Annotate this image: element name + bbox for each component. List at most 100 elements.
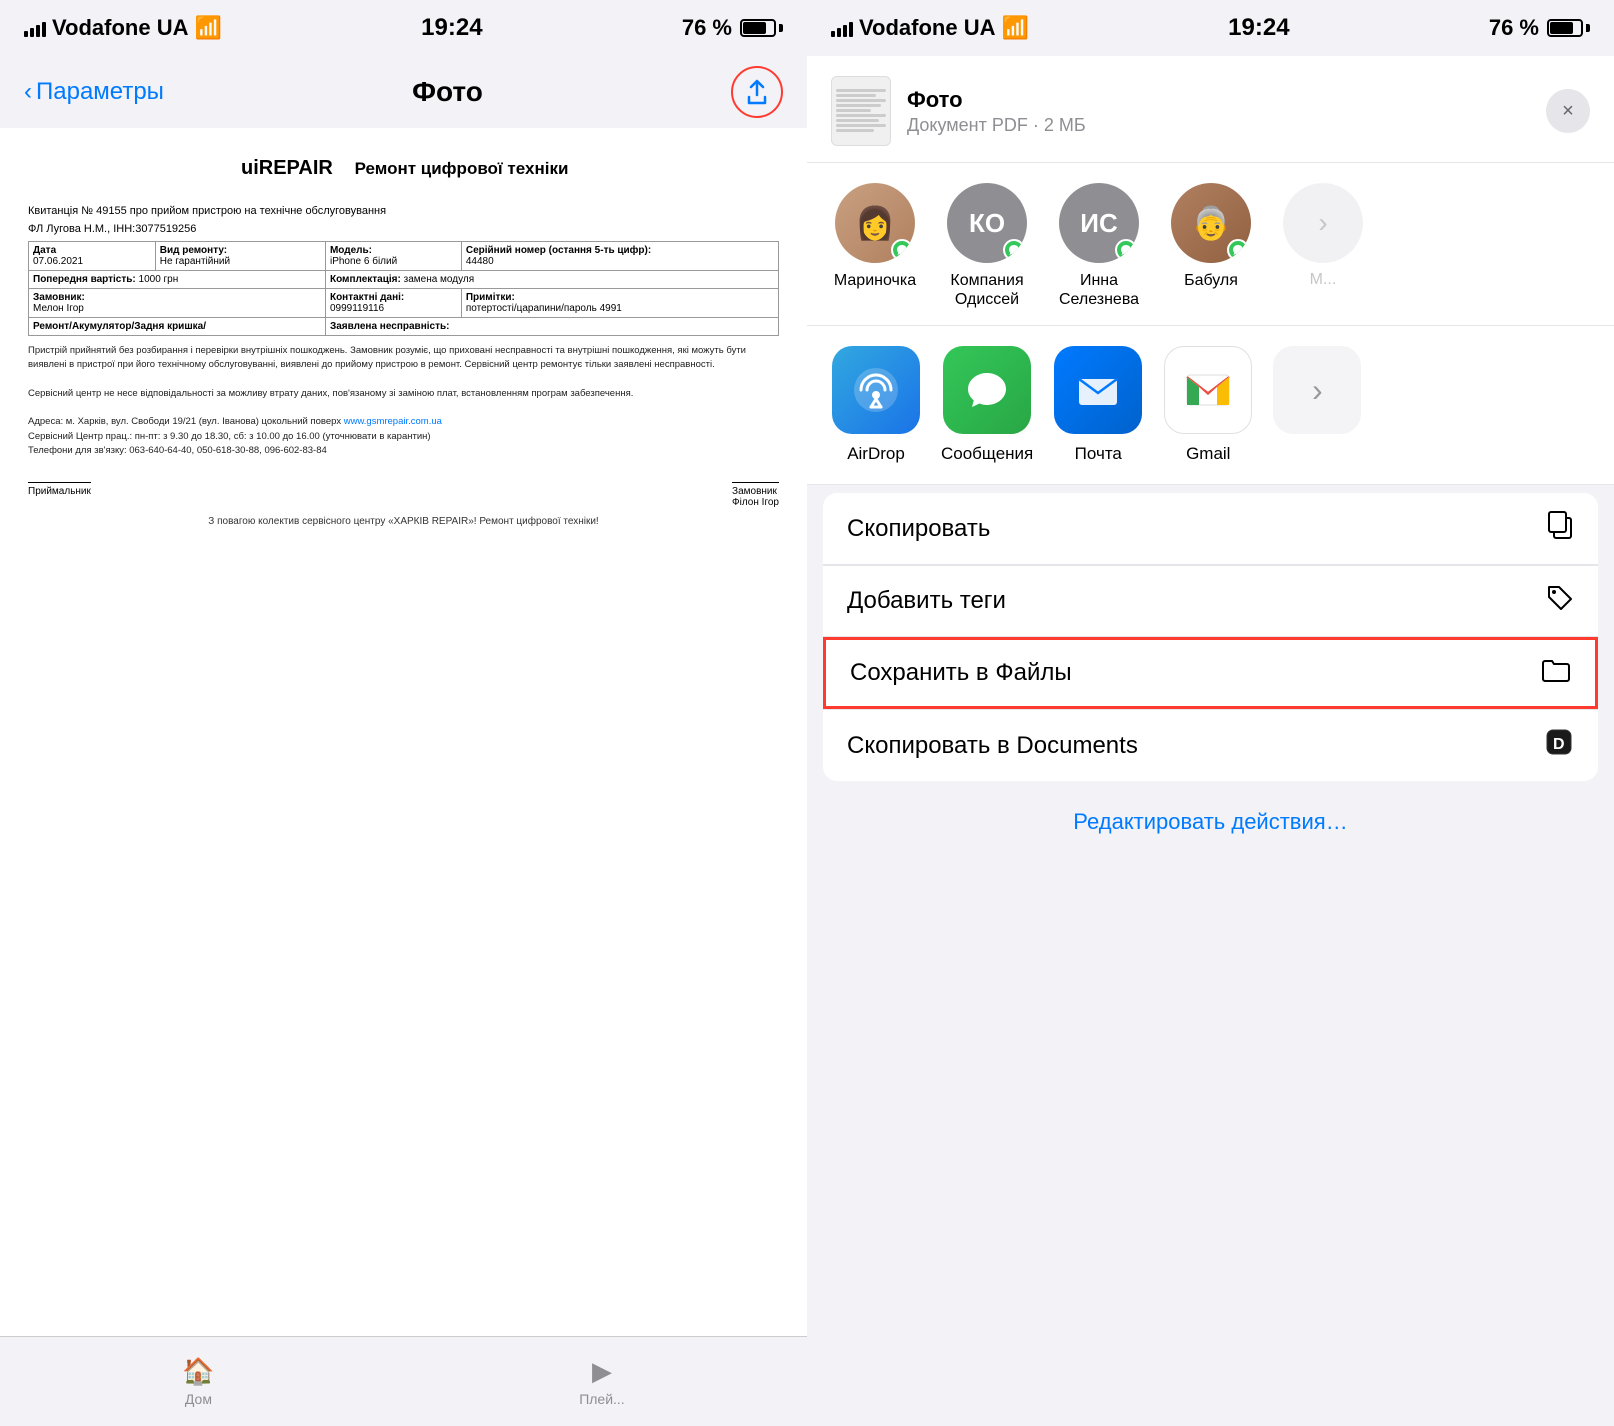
- signer-right: Замовник Філон Ігор: [732, 466, 779, 508]
- doc-cell: Контактні дані:0999119116: [325, 289, 461, 318]
- doc-cell: Вид ремонту:Не гарантійний: [155, 242, 325, 271]
- avatar-kompania: КО: [947, 183, 1027, 263]
- svg-text:uiREPAIR: uiREPAIR: [241, 157, 333, 179]
- time-left: 19:24: [421, 14, 482, 42]
- edit-actions[interactable]: Редактировать действия…: [807, 789, 1614, 855]
- back-button[interactable]: ‹ Параметры: [24, 78, 164, 106]
- contact-label-inna: Инна Селезнева: [1055, 271, 1143, 309]
- doc-header: uiREPAIR Ремонт цифрової техніки: [28, 152, 779, 193]
- apps-row: AirDrop Сообщения Поч: [807, 326, 1614, 485]
- gmail-label: Gmail: [1186, 444, 1230, 464]
- contact-label-kompania: Компания Одиссей: [943, 271, 1031, 309]
- contact-marinocka[interactable]: 👩 Мариночка: [831, 183, 919, 309]
- message-icon4: [1232, 244, 1244, 256]
- contact-inna[interactable]: ИС Инна Селезнева: [1055, 183, 1143, 309]
- share-icon: [745, 79, 769, 105]
- share-close-button[interactable]: ×: [1546, 89, 1590, 133]
- gmail-icon: [1164, 346, 1252, 434]
- app-messages[interactable]: Сообщения: [941, 346, 1033, 464]
- doc-cell: Ремонт/Акумулятор/Задня кришка/: [29, 318, 326, 336]
- more-icon: ›: [1283, 183, 1363, 263]
- time-right: 19:24: [1228, 14, 1289, 42]
- action-save-files[interactable]: Сохранить в Файлы: [823, 637, 1598, 709]
- doc-bottom-text: З повагою колектив сервісного центру «ХА…: [28, 516, 779, 527]
- more-apps: ›: [1273, 346, 1361, 464]
- messages-icon: [943, 346, 1031, 434]
- contact-kompania[interactable]: КО Компания Одиссей: [943, 183, 1031, 309]
- document-area: uiREPAIR Ремонт цифрової техніки Квитанц…: [0, 128, 807, 1336]
- action-tags-label: Добавить теги: [847, 587, 1006, 615]
- wifi-icon: 📶: [194, 15, 221, 41]
- battery-right: 76 %: [1489, 15, 1590, 41]
- action-copy-docs-label: Скопировать в Documents: [847, 732, 1138, 760]
- signal-icon-right: [831, 19, 853, 37]
- action-copy-documents[interactable]: Скопировать в Documents D: [823, 709, 1598, 781]
- document-paper: uiREPAIR Ремонт цифрової техніки Квитанц…: [0, 128, 807, 1336]
- airdrop-icon: [832, 346, 920, 434]
- share-doc-thumbnail: [831, 76, 891, 146]
- tab-home[interactable]: 🏠 Дом: [182, 1356, 214, 1407]
- doc-cell: Дата07.06.2021: [29, 242, 156, 271]
- doc-table: Дата07.06.2021 Вид ремонту:Не гарантійни…: [28, 241, 779, 336]
- left-panel: Vodafone UA 📶 19:24 76 % ‹ Параметры Фот…: [0, 0, 807, 1426]
- apps-scroll: AirDrop Сообщения Поч: [807, 346, 1614, 464]
- doc-cell: Серійний номер (остання 5-ть цифр):44480: [461, 242, 778, 271]
- battery-icon-right: [1547, 19, 1590, 37]
- mail-label: Почта: [1075, 444, 1122, 464]
- contacts-row: 👩 Мариночка КО: [807, 163, 1614, 326]
- right-panel: Vodafone UA 📶 19:24 76 %: [807, 0, 1614, 1426]
- actions-list: Скопировать Добавить теги: [807, 485, 1614, 1426]
- action-save-files-label: Сохранить в Файлы: [850, 659, 1072, 687]
- message-badge-babula: [1227, 239, 1249, 261]
- contact-label-babula: Бабуля: [1184, 271, 1238, 290]
- doc-body-text: Пристрій прийнятий без розбирання і пере…: [28, 344, 779, 458]
- tag-svg-icon: [1546, 584, 1574, 612]
- doc-subtitle: Квитанція № 49155 про прийом пристрою на…: [28, 205, 779, 217]
- carrier-right: Vodafone UA: [859, 15, 995, 41]
- status-bar-left: Vodafone UA 📶 19:24 76 %: [0, 0, 807, 56]
- mail-icon: [1054, 346, 1142, 434]
- app-gmail[interactable]: Gmail: [1163, 346, 1253, 464]
- page-title-left: Фото: [412, 76, 483, 108]
- status-bar-right: Vodafone UA 📶 19:24 76 %: [807, 0, 1614, 56]
- battery-percent-left: 76 %: [682, 15, 732, 41]
- doc-cell: Замовник:Мелон Ігор: [29, 289, 326, 318]
- doc-title: Ремонт цифрової техніки: [355, 159, 569, 179]
- avatar-marinocka: 👩: [835, 183, 915, 263]
- airdrop-svg-icon: [851, 365, 901, 415]
- repair-logo-svg: uiREPAIR: [239, 152, 339, 180]
- avatar-babula: 👵: [1171, 183, 1251, 263]
- message-icon2: [1008, 244, 1020, 256]
- airdrop-label: AirDrop: [847, 444, 905, 464]
- battery-percent-right: 76 %: [1489, 15, 1539, 41]
- doc-owner-line: ФЛ Лугова Н.М., ІНН:3077519256: [28, 223, 779, 235]
- share-doc-meta: Документ PDF · 2 МБ: [907, 115, 1530, 136]
- app-airdrop[interactable]: AirDrop: [831, 346, 921, 464]
- documents-icon: D: [1544, 727, 1574, 764]
- more-apps-icon: ›: [1273, 346, 1361, 434]
- action-add-tags[interactable]: Добавить теги: [823, 565, 1598, 637]
- action-copy[interactable]: Скопировать: [823, 493, 1598, 565]
- tab-play-label: Плей...: [579, 1391, 625, 1407]
- contact-babula[interactable]: 👵 Бабуля: [1167, 183, 1255, 309]
- tab-play[interactable]: ▶ Плей...: [579, 1356, 625, 1407]
- doc-cell: Попередня вартість: 1000 грн: [29, 271, 326, 289]
- action-group-1: Скопировать Добавить теги: [823, 493, 1598, 781]
- folder-icon: [1541, 657, 1571, 690]
- messages-label: Сообщения: [941, 444, 1033, 464]
- share-header: Фото Документ PDF · 2 МБ ×: [807, 56, 1614, 163]
- share-button[interactable]: [731, 66, 783, 118]
- app-mail[interactable]: Почта: [1053, 346, 1143, 464]
- edit-actions-label: Редактировать действия…: [1073, 809, 1347, 834]
- svg-text:D: D: [1553, 736, 1565, 753]
- tag-icon: [1546, 584, 1574, 619]
- message-badge-inna: [1115, 239, 1137, 261]
- more-label: М...: [1310, 271, 1337, 289]
- status-right-left: 76 %: [682, 15, 783, 41]
- carrier-left: Vodafone UA: [52, 15, 188, 41]
- doc-cell: Заявлена несправність:: [325, 318, 778, 336]
- nav-bar-left: ‹ Параметры Фото: [0, 56, 807, 128]
- message-badge-kompania: [1003, 239, 1025, 261]
- bottom-tabs: 🏠 Дом ▶ Плей...: [0, 1336, 807, 1426]
- status-right-left-items: Vodafone UA 📶: [831, 15, 1029, 41]
